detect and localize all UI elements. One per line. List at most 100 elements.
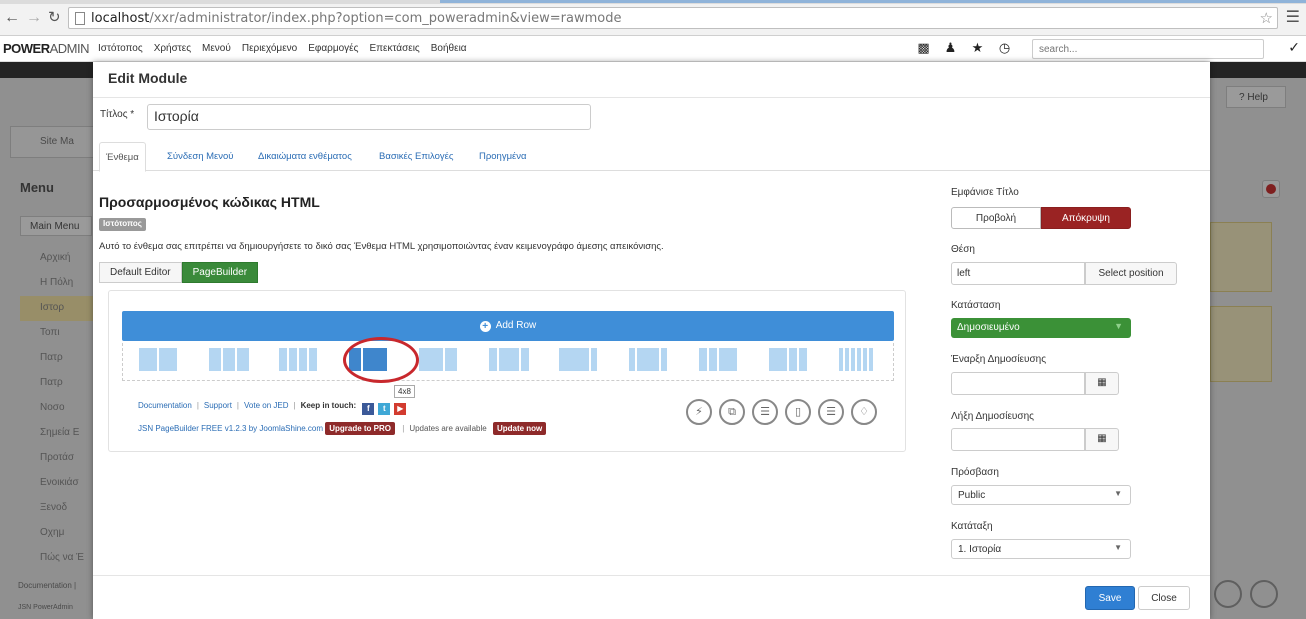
layout-option[interactable] (629, 348, 667, 371)
layout-option[interactable] (489, 348, 529, 371)
brand-logo[interactable]: POWERADMIN (3, 41, 90, 56)
nav-icons: ▩ ♟ ★ ◷ (910, 40, 1018, 56)
layout-option[interactable] (769, 348, 807, 371)
layout-column (845, 348, 849, 371)
pagebuilder-button[interactable]: PageBuilder (181, 262, 259, 283)
layout-column (863, 348, 867, 371)
menu-item-menus[interactable]: Μενού (202, 43, 231, 54)
layout-column (857, 348, 861, 371)
plus-icon: + (479, 321, 491, 332)
title-input[interactable]: Ιστορία (147, 104, 591, 130)
site-badge: Ιστότοπος (99, 218, 146, 231)
twitter-icon[interactable]: t (378, 403, 391, 415)
tab-module[interactable]: Ένθεμα (99, 142, 146, 172)
select-position-button[interactable]: Select position (1085, 262, 1177, 285)
update-now-button[interactable]: Update now (492, 422, 547, 435)
forward-icon[interactable]: → (26, 9, 42, 27)
user-icon[interactable]: ♟ (937, 40, 964, 56)
layout-column (139, 348, 157, 371)
link-separator: | (196, 401, 199, 410)
layout-column (279, 348, 287, 371)
tab-menu-assignment[interactable]: Σύνδεση Μενού (167, 142, 234, 171)
module-tabs: Ένθεμα Σύνδεση Μενού Δικαιώματα ενθέματο… (93, 142, 1210, 172)
reload-icon[interactable]: ↻ (48, 9, 61, 27)
ordering-select[interactable]: 1. Ιστορία ▼ (951, 539, 1131, 559)
layout-option[interactable] (279, 348, 317, 371)
menu-item-content[interactable]: Περιεχόμενο (242, 43, 297, 54)
vote-link[interactable]: Vote on JED (244, 401, 288, 410)
calendar-icon[interactable]: ▦ (1085, 428, 1119, 451)
layout-option[interactable] (839, 348, 873, 371)
version-link[interactable]: JSN PageBuilder FREE v1.2.3 by JoomlaShi… (138, 424, 323, 433)
layout-option[interactable] (139, 348, 177, 371)
publish-start-input[interactable] (951, 372, 1085, 395)
default-editor-button[interactable]: Default Editor (99, 262, 182, 283)
edit-module-modal: Edit Module Τίτλος * Ιστορία Ένθεμα Σύνδ… (93, 62, 1210, 619)
modal-header: Edit Module (93, 62, 1210, 98)
layers-icon[interactable]: ♢ (851, 399, 877, 425)
chevron-down-icon: ▼ (1114, 489, 1122, 498)
menu-item-extensions[interactable]: Επεκτάσεις (369, 43, 419, 54)
mobile-icon[interactable]: ▯ (785, 399, 811, 425)
search-input[interactable] (1033, 40, 1263, 58)
row-layouts (122, 343, 894, 381)
status-select[interactable]: Δημοσιευμένο ▼ (951, 318, 1131, 338)
position-input[interactable]: left (951, 262, 1085, 285)
bookmark-star-icon[interactable]: ☆ (1260, 9, 1273, 27)
hide-button[interactable]: Απόκρυψη (1041, 207, 1131, 229)
brand-light: ADMIN (49, 41, 90, 56)
clock-icon[interactable]: ◷ (991, 40, 1018, 56)
address-bar[interactable]: localhost/xxr/administrator/index.php?op… (68, 7, 1278, 29)
access-select[interactable]: Public ▼ (951, 485, 1131, 505)
tab-basic-options[interactable]: Βασικές Επιλογές (379, 142, 453, 171)
menu-item-components[interactable]: Εφαρμογές (308, 43, 358, 54)
status-label: Κατάσταση (951, 300, 1001, 311)
layout-column (699, 348, 707, 371)
layout-tooltip: 4x8 (394, 385, 415, 398)
show-button[interactable]: Προβολή (951, 207, 1041, 229)
add-row-label: Add Row (495, 320, 537, 331)
layout-column (637, 348, 659, 371)
layout-column (237, 348, 249, 371)
calendar-icon[interactable]: ▦ (1085, 372, 1119, 395)
checkmark-icon[interactable]: ✓ (1288, 39, 1300, 56)
stack-icon[interactable]: ☰ (818, 399, 844, 425)
back-icon[interactable]: ← (4, 9, 20, 27)
tab-advanced[interactable]: Προηγμένα (479, 142, 527, 171)
menu-item-help[interactable]: Βοήθεια (431, 43, 467, 54)
position-label: Θέση (951, 244, 975, 255)
facebook-icon[interactable]: f (362, 403, 375, 415)
browser-menu-icon[interactable]: ☰ (1286, 7, 1300, 27)
documentation-link[interactable]: Documentation (138, 401, 192, 410)
layout-option[interactable] (559, 348, 597, 371)
menu-item-users[interactable]: Χρήστες (154, 43, 191, 54)
star-icon[interactable]: ★ (964, 40, 991, 56)
support-link[interactable]: Support (204, 401, 232, 410)
admin-topbar: POWERADMIN Ιστότοπος Χρήστες Μενού Περιε… (0, 36, 1306, 62)
menu-item-site[interactable]: Ιστότοπος (98, 43, 143, 54)
browser-toolbar: ← → ↻ localhost/xxr/administrator/index.… (0, 0, 1306, 36)
chevron-down-icon: ▼ (1114, 321, 1123, 331)
layout-column (709, 348, 717, 371)
close-button[interactable]: Close (1138, 586, 1190, 610)
modal-footer: Save Close (93, 575, 1210, 619)
ordering-value: 1. Ιστορία (958, 544, 1002, 555)
add-row-button[interactable]: + Add Row (122, 311, 894, 341)
layout-option[interactable] (209, 348, 249, 371)
layout-column (591, 348, 597, 371)
publish-end-input[interactable] (951, 428, 1085, 451)
lightning-icon[interactable]: ⚡ (686, 399, 712, 425)
monitor-icon[interactable]: ▩ (910, 40, 937, 56)
upgrade-button[interactable]: Upgrade to PRO (325, 422, 395, 435)
database-icon[interactable]: ☰ (752, 399, 778, 425)
layout-option[interactable] (419, 348, 457, 371)
save-button[interactable]: Save (1085, 586, 1135, 610)
chevron-down-icon: ▼ (1114, 543, 1122, 552)
tab-permissions[interactable]: Δικαιώματα ενθέματος (258, 142, 352, 171)
modal-title: Edit Module (108, 70, 188, 86)
layout-column (521, 348, 529, 371)
layout-option[interactable] (699, 348, 737, 371)
youtube-icon[interactable]: ▶ (394, 403, 407, 415)
main-menu: Ιστότοπος Χρήστες Μενού Περιεχόμενο Εφαρ… (98, 43, 478, 54)
layers-copy-icon[interactable]: ⧉ (719, 399, 745, 425)
